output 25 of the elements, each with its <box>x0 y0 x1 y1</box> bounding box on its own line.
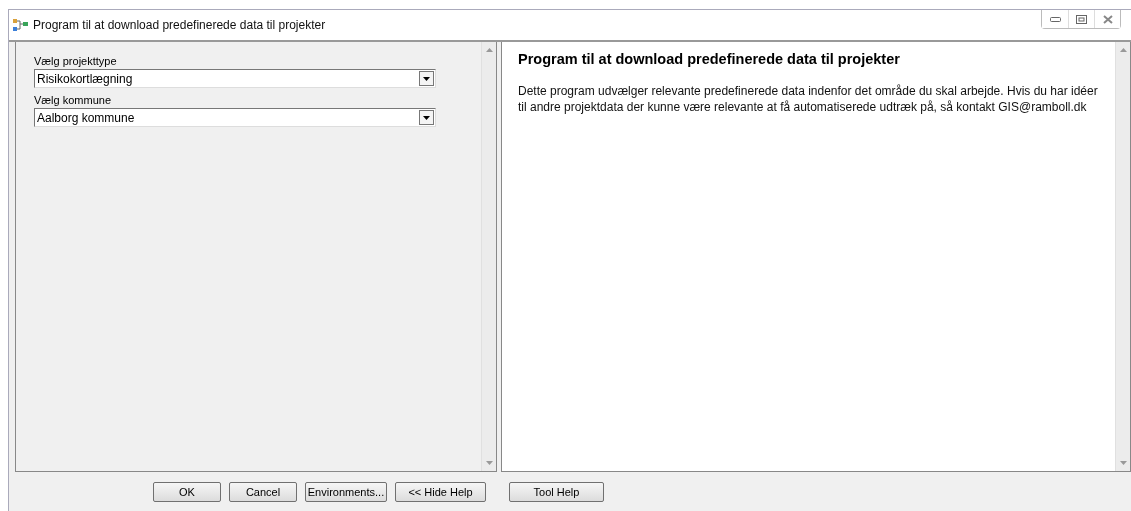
dropdown[interactable]: Risikokortlægning <box>34 69 436 88</box>
scrollbar[interactable] <box>1115 42 1130 471</box>
field-label: Vælg projekttype <box>34 55 118 69</box>
dialog-button[interactable]: Environments... <box>305 482 387 502</box>
close-icon <box>1102 14 1113 24</box>
dropdown[interactable]: Aalborg kommune <box>34 108 436 127</box>
maximize-icon <box>1076 14 1087 24</box>
dialog-button[interactable]: Cancel <box>229 482 297 502</box>
help-text: Dette program udvælger relevante predefinerede data indenfor det område du skal arbejde. Hvis du har idéer til andre projektdata der kunne være relevante at få automatiserede udtræk på, så kontakt GIS@ramboll.dk <box>518 83 1099 115</box>
dialog-button[interactable]: << Hide Help <box>395 482 486 502</box>
minimize-icon <box>1049 16 1061 22</box>
caret-icon <box>423 115 430 120</box>
dialog-button[interactable]: Tool Help <box>509 482 604 502</box>
window-title: Program til at download predefinerede data til projekter <box>33 18 327 32</box>
caret-icon <box>423 76 430 81</box>
help-title: Program til at download predefinerede data til projekter <box>518 51 901 67</box>
field-label: Vælg kommune <box>34 94 113 108</box>
model-icon <box>13 18 29 32</box>
scrollbar[interactable] <box>481 42 496 471</box>
scroll-down-icon <box>485 461 493 465</box>
scroll-down-icon <box>1119 461 1127 465</box>
close-button[interactable] <box>1094 10 1120 28</box>
dialog-button[interactable]: OK <box>153 482 221 502</box>
scroll-up-icon <box>1119 48 1127 52</box>
scroll-up-icon <box>485 48 493 52</box>
